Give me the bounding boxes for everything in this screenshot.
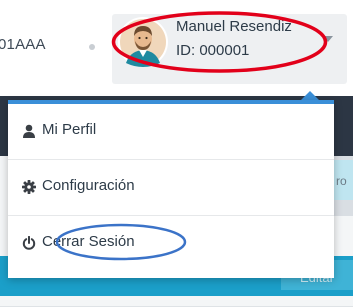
menu-item-configuracion[interactable]: Configuración [8, 160, 334, 216]
menu-item-label: Cerrar Sesión [42, 233, 135, 250]
menu-item-cerrar-sesion[interactable]: Cerrar Sesión [8, 216, 334, 272]
menu-item-label: Configuración [42, 177, 135, 194]
gear-icon [22, 180, 36, 194]
background-partial-text: ro [336, 174, 347, 188]
user-menu-button[interactable]: Manuel Resendiz ID: 000001 [112, 14, 347, 84]
company-code: 01AAA [0, 36, 46, 53]
user-icon [23, 124, 35, 138]
avatar [118, 17, 168, 67]
power-icon [22, 236, 36, 250]
chevron-down-icon [323, 36, 333, 42]
top-navbar: 01AAA Manuel Resendiz ID: 000001 [0, 0, 353, 86]
dropdown-arrow [301, 91, 319, 100]
status-dot [89, 44, 95, 50]
menu-item-label: Mi Perfil [42, 121, 97, 138]
user-id: ID: 000001 [176, 42, 250, 59]
user-name: Manuel Resendiz [176, 18, 292, 35]
menu-item-mi-perfil[interactable]: Mi Perfil [8, 104, 334, 160]
user-dropdown-menu: Mi Perfil Configuración Cerrar Sesión [8, 100, 334, 278]
